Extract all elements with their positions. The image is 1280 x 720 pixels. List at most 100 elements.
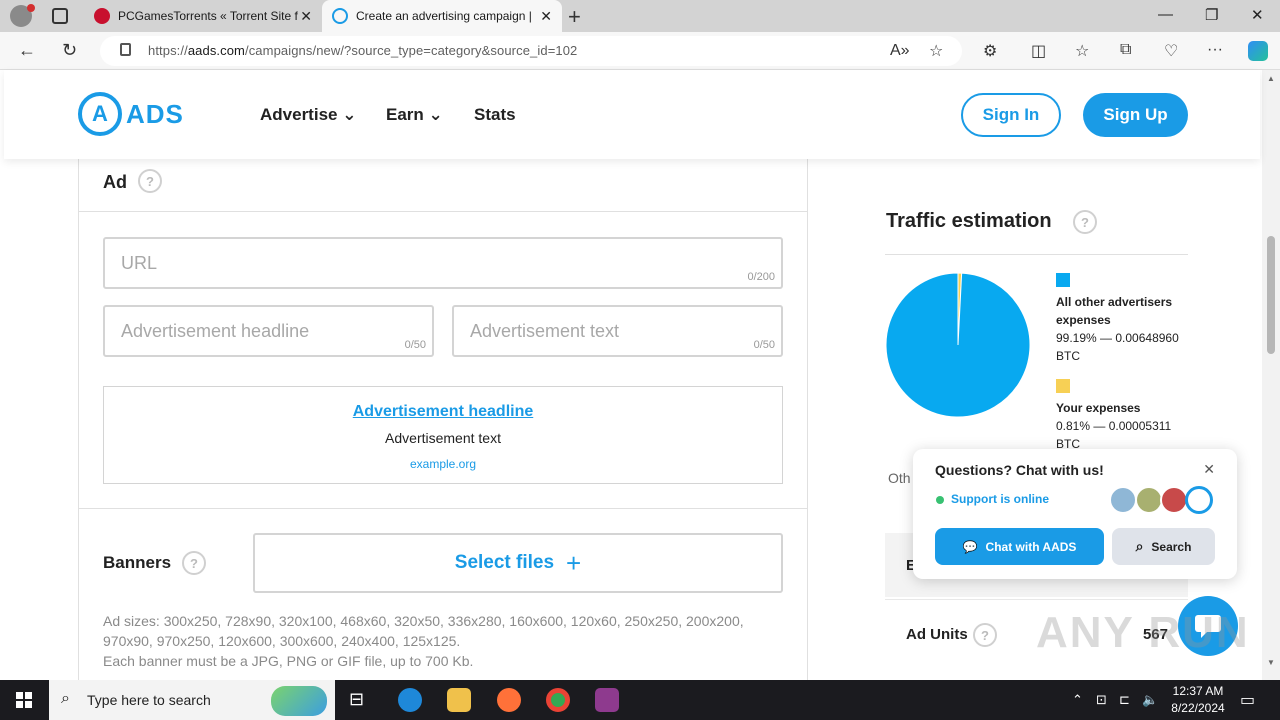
ad-section-title: Ad <box>103 172 127 192</box>
restore-icon[interactable]: ❐ <box>1205 6 1218 24</box>
split-screen-icon[interactable]: ◫ <box>1031 41 1046 61</box>
favorites-icon[interactable]: ☆ <box>1075 41 1089 61</box>
legend-swatch <box>1056 379 1070 393</box>
chat-with-aads-button[interactable]: 💬 Chat with AADS <box>935 528 1104 565</box>
address-bar-row: ← ↻ https://aads.com/campaigns/new/?sour… <box>0 32 1280 70</box>
notification-dot <box>27 4 35 12</box>
headline-placeholder: Advertisement headline <box>121 321 310 341</box>
preview-headline[interactable]: Advertisement headline <box>104 403 782 421</box>
traffic-help-icon[interactable]: ? <box>1073 210 1097 234</box>
collections-icon[interactable]: ⧉ <box>1120 41 1131 59</box>
close-chat-icon[interactable]: ✕ <box>1203 461 1215 478</box>
ad-text-placeholder: Advertisement text <box>470 321 620 341</box>
network-icon[interactable]: ⊏ <box>1119 692 1130 708</box>
pinterest-favicon-icon <box>94 8 110 24</box>
online-status-dot <box>936 496 944 504</box>
tab-pcgamestorrents[interactable]: PCGamesTorrents « Torrent Site f ✕ <box>84 0 322 32</box>
close-tab-icon[interactable]: ✕ <box>300 8 312 25</box>
support-status: Support is online <box>951 492 1049 506</box>
menu-advertise[interactable]: Advertise ⌄ <box>260 105 356 125</box>
close-window-icon[interactable]: ✕ <box>1251 6 1264 24</box>
back-icon[interactable]: ← <box>18 40 36 61</box>
extensions-icon[interactable]: ⚙ <box>983 41 997 61</box>
task-view-icon[interactable]: ⊟ <box>349 689 373 713</box>
windows-taskbar: ⌕ Type here to search ⊟ ⌃ ⊡ ⊏ 🔈 12:37 AM… <box>0 680 1280 720</box>
site-header: A ADS Advertise ⌄ Earn ⌄ Stats Sign In S… <box>4 70 1260 159</box>
url-input[interactable]: URL 0/200 <box>103 237 783 289</box>
traffic-estimation-title: Traffic estimation <box>886 210 1052 232</box>
ad-preview: Advertisement headline Advertisement tex… <box>103 386 783 484</box>
chrome-icon[interactable] <box>546 688 570 712</box>
page-scrollbar[interactable]: ▲ ▼ <box>1262 70 1280 680</box>
url-counter: 0/200 <box>747 271 775 283</box>
menu-stats[interactable]: Stats <box>474 105 516 125</box>
copilot-icon[interactable] <box>1248 41 1268 61</box>
tab-actions-icon[interactable] <box>52 8 68 24</box>
scrollbar-thumb[interactable] <box>1267 236 1275 354</box>
tray-device-icon[interactable]: ⊡ <box>1096 692 1107 708</box>
address-input[interactable]: https://aads.com/campaigns/new/?source_t… <box>100 36 962 66</box>
agent-avatar <box>1109 486 1137 514</box>
tab-label: PCGamesTorrents « Torrent Site f <box>118 9 298 23</box>
file-explorer-icon[interactable] <box>447 688 471 712</box>
chat-question: Questions? Chat with us! <box>935 462 1104 478</box>
chevron-down-icon: ⌄ <box>428 105 443 124</box>
banners-help-icon[interactable]: ? <box>182 551 206 575</box>
banner-requirements: Ad sizes: 300x250, 728x90, 320x100, 468x… <box>103 611 783 671</box>
new-tab-icon[interactable]: + <box>568 4 581 30</box>
sign-in-button[interactable]: Sign In <box>961 93 1061 137</box>
tab-label: Create an advertising campaign | <box>356 9 532 23</box>
volume-icon[interactable]: 🔈 <box>1142 692 1158 708</box>
more-menu-icon[interactable]: ··· <box>1207 41 1223 59</box>
scroll-up-icon[interactable]: ▲ <box>1267 74 1275 83</box>
clock-time: 12:37 AM <box>1172 684 1224 698</box>
banners-title: Banners <box>103 553 172 572</box>
preview-url: example.org <box>409 457 477 471</box>
agent-avatar <box>1135 486 1163 514</box>
legend-item-your-expenses: Your expenses 0.81% — 0.00005311 BTC <box>1056 379 1186 453</box>
tray-chevron-icon[interactable]: ⌃ <box>1072 692 1083 708</box>
traffic-pie-chart <box>886 273 1030 417</box>
ad-units-label: Ad Units <box>906 626 968 643</box>
section-divider <box>78 211 808 212</box>
legend-label: All other advertisers expenses <box>1056 295 1173 327</box>
notifications-icon[interactable]: ▭ <box>1240 690 1255 710</box>
winrar-icon[interactable] <box>595 688 619 712</box>
tab-create-campaign[interactable]: Create an advertising campaign | ✕ <box>322 0 562 32</box>
lock-icon[interactable] <box>120 43 131 56</box>
firefox-icon[interactable] <box>497 688 521 712</box>
close-tab-icon[interactable]: ✕ <box>540 8 552 25</box>
headline-input[interactable]: Advertisement headline 0/50 <box>103 305 434 357</box>
chat-search-button[interactable]: ⌕ Search <box>1112 528 1215 565</box>
logo-ring: A <box>78 92 122 136</box>
ad-help-icon[interactable]: ? <box>138 169 162 193</box>
browser-essentials-icon[interactable]: ♡ <box>1164 41 1178 61</box>
aads-logo[interactable]: A ADS <box>78 92 184 136</box>
search-button-label: Search <box>1151 539 1192 554</box>
legend-item-other-advertisers: All other advertisers expenses 99.19% — … <box>1056 273 1186 365</box>
favorite-star-icon[interactable]: ☆ <box>929 41 943 61</box>
select-files-button[interactable]: Select files + <box>253 533 783 593</box>
logo-text: ADS <box>126 98 184 129</box>
read-aloud-icon[interactable]: A» <box>890 42 910 60</box>
ad-text-input[interactable]: Advertisement text 0/50 <box>452 305 783 357</box>
refresh-icon[interactable]: ↻ <box>62 40 77 61</box>
ad-units-help-icon[interactable]: ? <box>973 623 997 647</box>
traffic-divider <box>885 254 1188 255</box>
taskbar-search-box[interactable]: ⌕ Type here to search <box>49 680 335 720</box>
search-highlight-icon <box>271 686 327 716</box>
sign-up-button[interactable]: Sign Up <box>1083 93 1188 137</box>
scroll-down-icon[interactable]: ▼ <box>1267 658 1275 667</box>
aads-favicon-icon <box>332 8 348 24</box>
section-divider <box>78 508 808 509</box>
aads-avatar <box>1185 486 1213 514</box>
pie-slice-other-advertisers <box>886 273 1030 417</box>
minimize-icon[interactable]: — <box>1158 6 1173 23</box>
edge-taskbar-icon[interactable] <box>398 688 422 712</box>
url-text: https://aads.com/campaigns/new/?source_t… <box>148 43 578 58</box>
menu-earn[interactable]: Earn ⌄ <box>386 105 443 125</box>
agent-avatar <box>1160 486 1188 514</box>
windows-start-icon[interactable] <box>16 692 32 708</box>
system-clock[interactable]: 12:37 AM 8/22/2024 <box>1162 683 1234 717</box>
banner-sizes-text: Ad sizes: 300x250, 728x90, 320x100, 468x… <box>103 613 744 649</box>
